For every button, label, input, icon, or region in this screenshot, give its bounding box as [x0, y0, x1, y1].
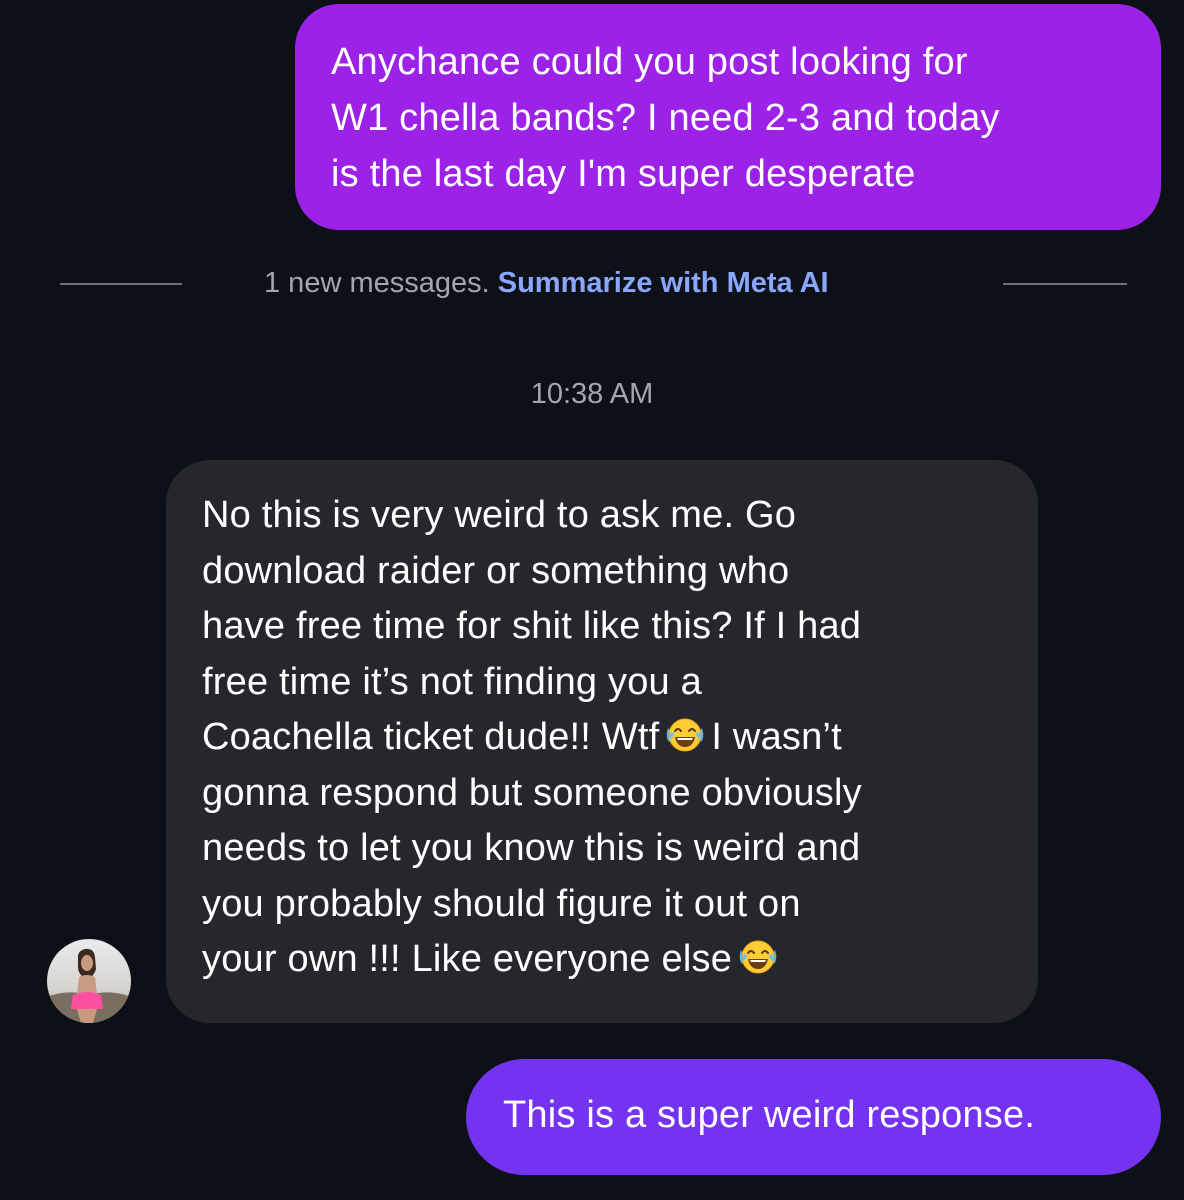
summarize-with-meta-ai-link[interactable]: Summarize with Meta AI: [498, 267, 829, 299]
divider-line-right: [1003, 283, 1127, 285]
new-messages-count: 1 new messages.: [264, 267, 490, 299]
message-text: Coachella ticket dude!! Wtf: [202, 716, 660, 758]
chat-thread: Anychance could you post looking for W1 c…: [0, 0, 1184, 1200]
message-text: I wasn’t: [711, 716, 842, 758]
new-messages-divider: 1 new messages. Summarize with Meta AI: [264, 263, 829, 303]
message-line: free time it’s not finding you a: [202, 660, 702, 703]
face-with-tears-of-joy-icon: [667, 718, 704, 752]
message-timestamp: 10:38 AM: [530, 378, 654, 410]
message-line: No this is very weird to ask me. Go: [202, 494, 797, 536]
message-line: gonna respond but someone obviously: [202, 771, 862, 814]
message-line-with-emoji: your own !!! Like everyone else: [202, 932, 1018, 988]
divider-line-left: [60, 283, 182, 285]
avatar-photo: [47, 939, 131, 1023]
message-text: your own !!! Like everyone else: [202, 938, 733, 980]
message-line: you probably should figure it out on: [202, 882, 801, 925]
message-line: is the last day I'm super desperate: [331, 153, 916, 195]
received-message-bubble[interactable]: No this is very weird to ask me. Go down…: [166, 460, 1038, 1023]
message-line-with-emoji: Coachella ticket dude!! Wtf I wasn’t: [202, 710, 1018, 766]
face-with-tears-of-joy-icon: [739, 940, 777, 974]
sender-avatar[interactable]: [47, 939, 131, 1023]
message-line: have free time for shit like this? If I …: [202, 605, 862, 647]
message-line: needs to let you know this is weird and: [202, 827, 861, 869]
message-line: Anychance could you post looking for: [331, 41, 968, 83]
sent-message-bubble[interactable]: Anychance could you post looking for W1 c…: [295, 4, 1161, 230]
message-line: download raider or something who: [202, 549, 790, 592]
sent-message-bubble[interactable]: This is a super weird response.: [466, 1059, 1161, 1175]
message-line: W1 chella bands? I need 2-3 and today: [331, 97, 1000, 139]
